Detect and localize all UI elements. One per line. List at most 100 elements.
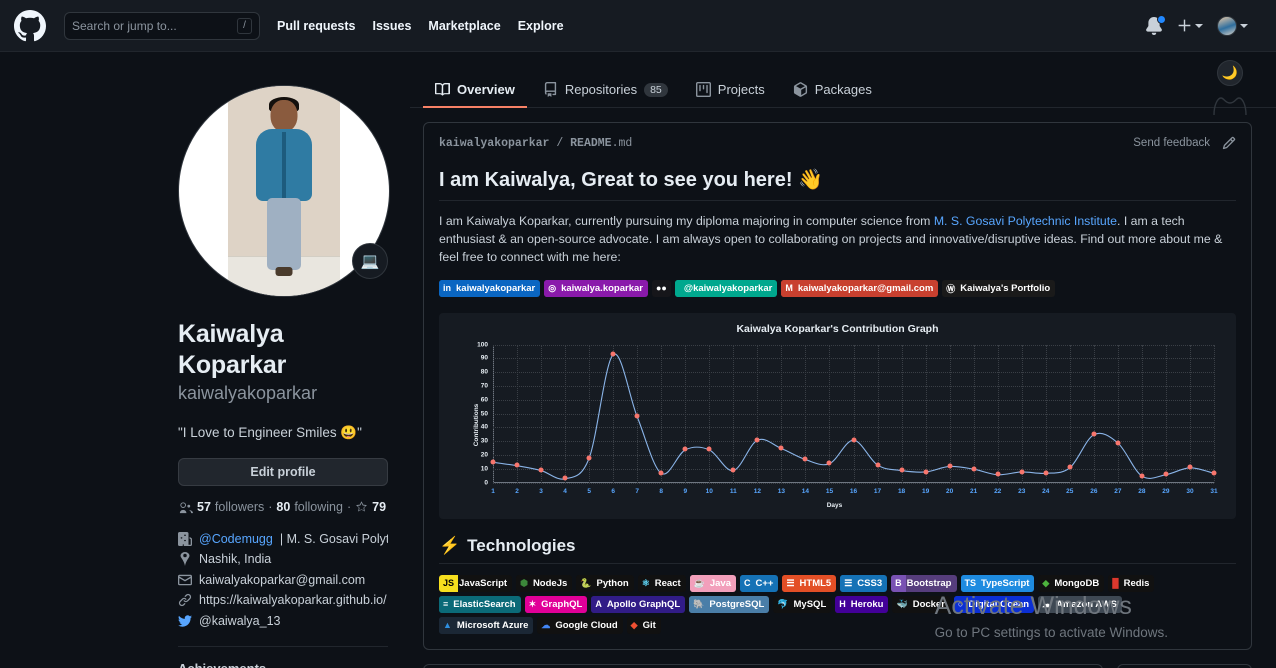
linkedin-badge[interactable]: in kaiwalyakoparkar — [439, 279, 541, 297]
create-new-button[interactable] — [1177, 18, 1203, 33]
detail-organization[interactable]: @Codemugg | M. S. Gosavi Polytechnic ... — [178, 531, 388, 546]
tech-badge-bootstrap[interactable]: B Bootstrap — [891, 574, 957, 592]
tech-badge-microsoft-azure[interactable]: ▲ Microsoft Azure — [439, 616, 534, 634]
chart-data-point[interactable] — [995, 471, 1001, 477]
tech-badge-typescript[interactable]: TS TypeScript — [960, 574, 1035, 592]
tech-badge-c-label: C++ — [755, 577, 774, 589]
chart-data-point[interactable] — [1163, 471, 1169, 477]
chart-data-point[interactable] — [875, 462, 881, 468]
tech-badge-apollo-graphql[interactable]: A Apollo GraphQL — [591, 595, 686, 613]
search-input[interactable]: Search or jump to... / — [64, 11, 260, 40]
detail-twitter[interactable]: @kaiwalya_13 — [178, 614, 388, 628]
chart-data-point[interactable] — [778, 445, 784, 451]
tech-badge-mysql[interactable]: 🐬 MySQL — [773, 595, 832, 613]
tech-badge-postgresql[interactable]: 🐘 PostgreSQL — [689, 595, 770, 613]
tech-badge-heroku[interactable]: H Heroku — [835, 595, 889, 613]
chart-data-point[interactable] — [706, 446, 712, 452]
nav-explore[interactable]: Explore — [518, 19, 564, 33]
bottom-card-primary[interactable] — [423, 663, 1103, 668]
sidebar-divider — [178, 645, 388, 647]
chart-data-point[interactable] — [610, 351, 616, 357]
tech-badge-mongodb[interactable]: ◆ MongoDB — [1038, 574, 1105, 592]
chart-data-point[interactable] — [1091, 431, 1097, 437]
tech-badge-git[interactable]: ◆ Git — [626, 616, 661, 634]
instagram-badge[interactable]: ◎ kaiwalya.koparkar — [544, 279, 648, 297]
detail-email-text[interactable]: kaiwalyakoparkar@gmail.com — [199, 573, 365, 587]
tab-packages[interactable]: Packages — [781, 75, 884, 108]
tab-overview[interactable]: Overview — [423, 75, 527, 108]
chart-data-point[interactable] — [923, 469, 929, 475]
chart-data-point[interactable] — [1067, 464, 1073, 470]
chart-data-point[interactable] — [586, 455, 592, 461]
chart-data-point[interactable] — [538, 467, 544, 473]
nav-pull-requests[interactable]: Pull requests — [277, 19, 356, 33]
tech-badge-react[interactable]: ⚛ React — [637, 574, 686, 592]
chart-data-point[interactable] — [658, 470, 664, 476]
hashnode-badge[interactable]: ●● — [651, 279, 671, 297]
tech-badge-java[interactable]: ☕ Java — [689, 574, 736, 592]
send-feedback-link[interactable]: Send feedback — [1133, 137, 1210, 149]
pencil-icon[interactable] — [1222, 136, 1236, 150]
tech-badge-amazon-aws[interactable]: ☁ Amazon AWS — [1038, 595, 1122, 613]
portfolio-badge[interactable]: Ⓦ Kaiwalya's Portfolio — [942, 279, 1056, 297]
followers-label[interactable]: followers — [215, 500, 264, 514]
detail-email[interactable]: kaiwalyakoparkar@gmail.com — [178, 573, 388, 587]
readme-filename[interactable]: README — [570, 137, 611, 150]
following-count[interactable]: 80 — [276, 500, 290, 514]
chart-data-point[interactable] — [1139, 473, 1145, 479]
stars-count[interactable]: 79 — [372, 500, 386, 514]
tech-badge-css3[interactable]: ☰ CSS3 — [840, 574, 888, 592]
tech-badge-digital-ocean[interactable]: ○ Digital Ocean — [953, 595, 1035, 613]
account-menu-button[interactable] — [1217, 15, 1248, 36]
tech-badge-google-cloud[interactable]: ☁ Google Cloud — [537, 616, 623, 634]
chart-data-point[interactable] — [802, 456, 808, 462]
chart-data-point[interactable] — [1043, 470, 1049, 476]
twitter-badge[interactable]: @kaiwalyakoparkar — [674, 279, 778, 297]
gmail-badge[interactable]: Mkaiwalyakoparkar@gmail.com — [781, 279, 939, 297]
tab-projects[interactable]: Projects — [684, 75, 777, 108]
followers-count[interactable]: 57 — [197, 500, 211, 514]
tech-badge-html5[interactable]: ☰ HTML5 — [782, 574, 837, 592]
tech-badge-javascript[interactable]: JS JavaScript — [439, 574, 513, 592]
github-mark-icon[interactable] — [14, 9, 46, 42]
chart-data-point[interactable] — [899, 467, 905, 473]
chart-data-point[interactable] — [947, 463, 953, 469]
tech-badge-nodejs[interactable]: ⬢ NodeJs — [516, 574, 573, 592]
chart-data-point[interactable] — [971, 466, 977, 472]
tech-badge-c[interactable]: C C++ — [740, 574, 779, 592]
nav-issues[interactable]: Issues — [373, 19, 412, 33]
tech-badge-elasticsearch[interactable]: ≡ ElasticSearch — [439, 595, 521, 613]
detail-website-text[interactable]: https://kaiwalyakoparkar.github.io/ — [199, 593, 387, 607]
chart-data-point[interactable] — [634, 413, 640, 419]
tab-repositories[interactable]: Repositories 85 — [531, 75, 680, 108]
chart-data-point[interactable] — [1115, 440, 1121, 446]
detail-org-name[interactable]: @Codemugg — [199, 532, 273, 546]
chart-data-point[interactable] — [826, 460, 832, 466]
chart-data-point[interactable] — [1019, 469, 1025, 475]
chart-vertical-gridline — [1214, 344, 1215, 483]
nav-marketplace[interactable]: Marketplace — [428, 19, 500, 33]
chart-data-point[interactable] — [1211, 470, 1217, 476]
chart-data-point[interactable] — [1187, 464, 1193, 470]
bottom-card-secondary[interactable] — [1117, 663, 1252, 668]
edit-profile-button[interactable]: Edit profile — [178, 457, 388, 486]
tech-badge-graphql[interactable]: ✶ GraphQL — [524, 595, 588, 613]
institute-link[interactable]: M. S. Gosavi Polytechnic Institute — [934, 214, 1117, 228]
detail-twitter-text[interactable]: @kaiwalya_13 — [199, 614, 280, 628]
notifications-button[interactable] — [1145, 14, 1166, 35]
following-label[interactable]: following — [294, 500, 343, 514]
chart-data-point[interactable] — [562, 475, 568, 481]
chart-data-point[interactable] — [490, 459, 496, 465]
profile-status-emoji[interactable]: 🌙 — [1217, 60, 1243, 86]
tech-badge-python[interactable]: 🐍 Python — [576, 574, 634, 592]
tech-badge-redis[interactable]: █ Redis — [1108, 574, 1155, 592]
chart-data-point[interactable] — [682, 446, 688, 452]
detail-website[interactable]: https://kaiwalyakoparkar.github.io/ — [178, 593, 388, 607]
readme-owner[interactable]: kaiwalyakoparkar — [439, 137, 549, 150]
chart-data-point[interactable] — [754, 437, 760, 443]
tech-badge-docker[interactable]: 🐳 Docker — [892, 595, 950, 613]
chart-data-point[interactable] — [730, 467, 736, 473]
chart-data-point[interactable] — [514, 462, 520, 468]
status-emoji-badge[interactable]: 💻 — [352, 243, 388, 279]
chart-data-point[interactable] — [851, 437, 856, 443]
